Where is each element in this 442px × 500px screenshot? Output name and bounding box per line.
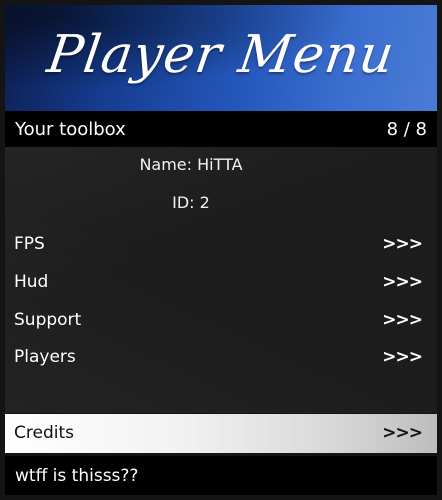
menu-item-credits[interactable]: Credits >>>: [5, 414, 437, 453]
submenu-arrows-icon: >>>: [382, 272, 423, 292]
player-name-info: Name: HiTTA: [139, 155, 243, 174]
menu-item-label: Support: [14, 310, 82, 330]
player-menu: Player Menu Your toolbox 8 / 8 Name: HiT…: [0, 0, 442, 500]
menu-item-players[interactable]: Players >>>: [5, 338, 437, 376]
menu-item-label: FPS: [14, 234, 45, 254]
submenu-arrows-icon: >>>: [382, 423, 423, 443]
menu-item-label: Players: [14, 347, 76, 367]
menu-body: Name: HiTTA ID: 2 FPS >>> Hud >>> Suppor…: [5, 147, 437, 413]
item-description: wtff is thisss??: [15, 466, 139, 486]
menu-item-hud[interactable]: Hud >>>: [5, 263, 437, 301]
item-counter: 8 / 8: [386, 119, 427, 140]
submenu-arrows-icon: >>>: [382, 347, 423, 367]
submenu-arrows-icon: >>>: [382, 310, 423, 330]
banner-title: Player Menu: [43, 25, 399, 85]
menu-item-label: Credits: [14, 423, 74, 443]
menu-subheader: Your toolbox 8 / 8: [5, 111, 437, 147]
submenu-arrows-icon: >>>: [382, 234, 423, 254]
player-id-info: ID: 2: [172, 193, 210, 212]
menu-item-fps[interactable]: FPS >>>: [5, 225, 437, 263]
menu-item-label: Hud: [14, 272, 49, 292]
subheader-title: Your toolbox: [15, 119, 126, 140]
menu-banner: Player Menu: [5, 5, 437, 111]
menu-item-support[interactable]: Support >>>: [5, 301, 437, 339]
item-description-bar: wtff is thisss??: [5, 456, 437, 495]
